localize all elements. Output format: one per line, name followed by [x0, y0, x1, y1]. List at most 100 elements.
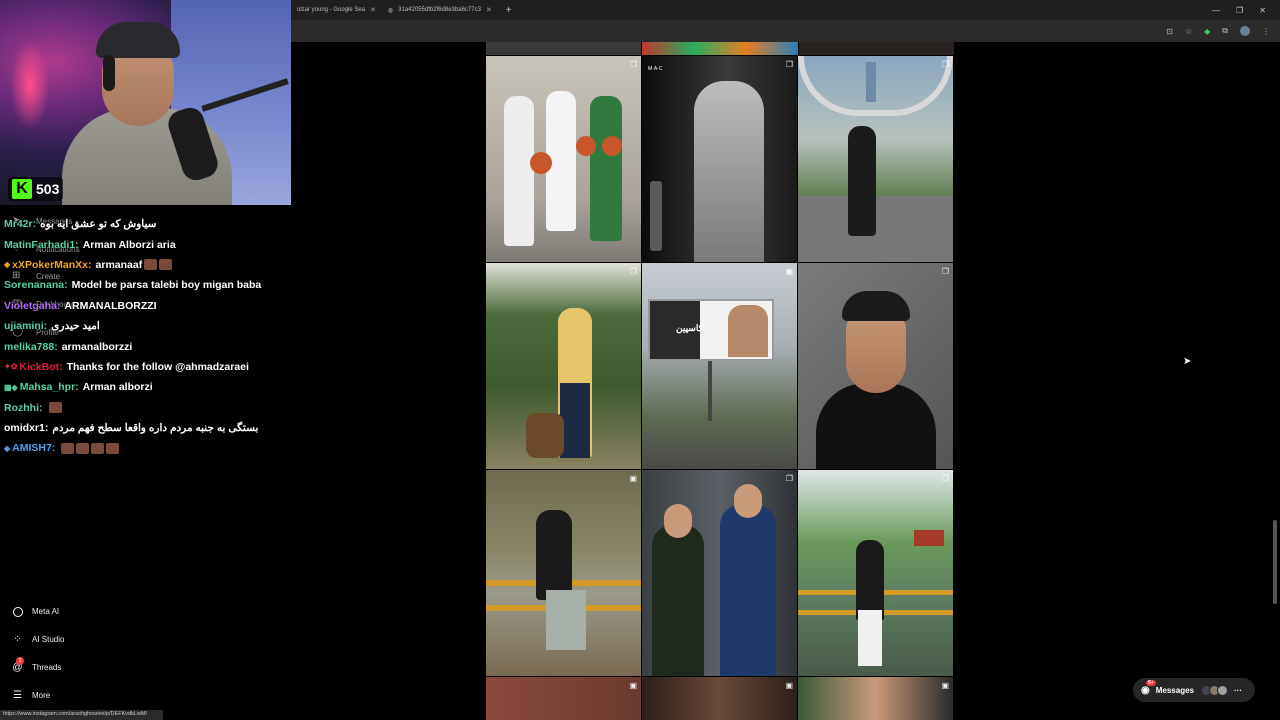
chat-username[interactable]: MatinFarhadi1: — [4, 239, 79, 251]
chat-text: امید حیدری — [51, 320, 100, 333]
more-dots-icon: ··· — [1233, 685, 1242, 695]
chat-username[interactable]: KickBot: — [19, 361, 62, 373]
carousel-icon: ❐ — [941, 474, 949, 483]
chat-overlay: Mr42r: سیاوش که تو عشق ایه بوه MatinFarhad… — [4, 214, 294, 459]
messages-pill-label: Messages — [1155, 685, 1194, 695]
carousel-icon: ❐ — [629, 60, 637, 69]
messenger-icon: ◉ 9+ — [1141, 679, 1156, 696]
browser-tab[interactable]: olzar young - Google Sea ✕ — [291, 0, 382, 20]
sidebar-item-ai-studio[interactable]: ⁘ AI Studio — [12, 634, 64, 645]
sidebar-item-label: AI Studio — [32, 635, 65, 644]
reel-icon: ▣ — [629, 681, 637, 690]
chat-message: omidxr1: بستگی به جنبه مردم داره واقعا سط… — [4, 418, 294, 438]
chat-badge-icon: ▦◈ — [4, 382, 18, 392]
chat-username[interactable]: Violetgaha: — [4, 300, 60, 312]
browser-toolbar: ⊡ ☆ ◆ ⧉ ⋮ — [291, 20, 1280, 42]
chat-message: Violetgaha: ARMANALBORZZI — [4, 296, 294, 316]
chat-username[interactable]: AMISH7: — [12, 442, 55, 454]
browser-tab[interactable]: ◍ 31a42055dfb2f6d8e3ba6c77c3 ✕ — [382, 0, 498, 20]
post-row4-right[interactable]: ▣ — [798, 677, 953, 720]
post-bw-portrait[interactable]: M·A·C ❐ — [642, 56, 797, 262]
minimize-icon[interactable]: — — [1212, 6, 1220, 15]
post-museum-future[interactable]: ❐ — [798, 56, 953, 262]
sidebar-item-more[interactable]: ☰ More — [12, 690, 50, 701]
emote-icon — [159, 259, 173, 271]
sidebar-item-meta-ai[interactable]: Meta AI — [12, 606, 59, 617]
chat-username[interactable]: xXPokerManXx: — [12, 259, 91, 271]
headset-icon — [103, 55, 115, 91]
post-basketball-trio[interactable]: ❐ — [486, 56, 641, 262]
plus-icon: + — [505, 4, 512, 16]
browser-tab-bar: olzar young - Google Sea ✕ ◍ 31a42055dfb… — [291, 0, 1280, 20]
chat-text: بستگی به جنبه مردم داره واقعا سطح فهم مر… — [52, 422, 259, 435]
chat-message: Sorenanana: Model be parsa talebi boy mig… — [4, 275, 294, 295]
kebab-menu-icon[interactable]: ⋮ — [1262, 27, 1270, 36]
chat-message: ujiamini: امید حیدری — [4, 316, 294, 336]
viewer-count: 503 — [36, 181, 60, 197]
menu-icon: ☰ — [13, 690, 22, 701]
profile-avatar-icon[interactable] — [1240, 26, 1250, 36]
chat-text: سیاوش که تو عشق ایه بوه — [40, 218, 157, 231]
close-tab-icon[interactable]: ✕ — [486, 6, 492, 14]
carousel-icon: ❐ — [785, 474, 793, 483]
chat-message: MatinFarhadi1: Arman Alborzi aria — [4, 234, 294, 254]
close-tab-icon[interactable]: ✕ — [370, 6, 376, 14]
post-suits[interactable]: ❐ — [642, 470, 797, 676]
close-icon[interactable]: ✕ — [1259, 6, 1266, 15]
messages-badge: 9+ — [1146, 679, 1156, 686]
screen: { "browser": { "tabs": [ {"label": "olza… — [0, 0, 1280, 720]
carousel-icon: ❐ — [629, 267, 637, 276]
extensions-puzzle-icon[interactable]: ⧉ — [1222, 26, 1228, 36]
window-controls: — ❐ ✕ — [1212, 6, 1280, 15]
mac-logo-icon: M·A·C — [648, 66, 663, 72]
chat-text: Model be parsa talebi boy migan baba — [71, 279, 262, 292]
post-row4-middle[interactable]: ▣ — [642, 677, 797, 720]
chat-text: ARMANALBORZZI — [64, 299, 157, 312]
messages-pill-button[interactable]: ◉ 9+ Messages ··· — [1133, 678, 1255, 702]
post-billboard[interactable]: کاسپین ▣ — [642, 263, 797, 469]
page-scrollbar[interactable] — [1273, 520, 1277, 604]
chat-message: melika788: armanalborzzi — [4, 336, 294, 356]
chat-username[interactable]: melika788: — [4, 341, 58, 353]
ai-studio-icon: ⁘ — [13, 634, 22, 645]
webcam-light — [10, 40, 50, 130]
carousel-icon: ❐ — [785, 60, 793, 69]
sidebar-item-threads[interactable]: @3 Threads — [12, 657, 62, 673]
carousel-icon: ❐ — [941, 267, 949, 276]
chat-username[interactable]: Mr42r: — [4, 218, 36, 230]
post-studio-portrait[interactable]: ❐ — [798, 263, 953, 469]
chat-username[interactable]: Rozhhi: — [4, 402, 43, 414]
chat-username[interactable]: ujiamini: — [4, 320, 47, 332]
post-dog-walk[interactable]: ❐ — [486, 263, 641, 469]
restore-icon[interactable]: ❐ — [1236, 6, 1243, 15]
sidebar-item-label: More — [32, 691, 51, 700]
emote-icon — [144, 259, 158, 271]
post-lake[interactable]: ❐ — [798, 470, 953, 676]
post-fence-sitting[interactable]: ▣ — [486, 470, 641, 676]
extension-icon[interactable]: ◆ — [1204, 27, 1210, 36]
chat-text: Thanks for the follow @ahmadzaraei — [66, 360, 249, 373]
status-url: https://www.instagram.com/arashghoseini/… — [0, 710, 163, 720]
chat-message: ◈ AMISH7: — [4, 438, 294, 458]
previous-row-strip — [486, 42, 954, 55]
reel-icon: ▣ — [629, 474, 637, 483]
sidebar-item-label: Meta AI — [32, 607, 60, 616]
chat-username[interactable]: Mahsa_hpr: — [20, 381, 79, 393]
install-app-icon[interactable]: ⊡ — [1166, 27, 1173, 36]
chat-badge-icon: ◈ — [4, 260, 11, 270]
chat-username[interactable]: Sorenanana: — [4, 279, 68, 291]
mouse-cursor-icon: ➤ — [1183, 356, 1192, 367]
post-row4-left[interactable]: ▣ — [486, 677, 641, 720]
reel-icon: ▣ — [941, 681, 949, 690]
emote-icon — [61, 442, 75, 454]
post-grid: ❐ M·A·C ❐ ❐ ❐ کاسپین ▣ ❐ ▣ ❐ ❐ ▣ ▣ ▣ — [486, 42, 954, 720]
avatar — [1216, 684, 1228, 696]
reel-icon: ▣ — [785, 267, 793, 276]
sidebar-item-label: Threads — [32, 663, 62, 672]
bookmark-star-icon[interactable]: ☆ — [1185, 27, 1192, 36]
chat-username[interactable]: omidxr1: — [4, 422, 48, 434]
billboard-text: کاسپین — [676, 323, 703, 333]
chat-text: Arman alborzi — [82, 381, 153, 394]
new-tab-button[interactable]: + — [498, 5, 520, 16]
chat-badge-icon: ✦✿ — [4, 362, 18, 372]
